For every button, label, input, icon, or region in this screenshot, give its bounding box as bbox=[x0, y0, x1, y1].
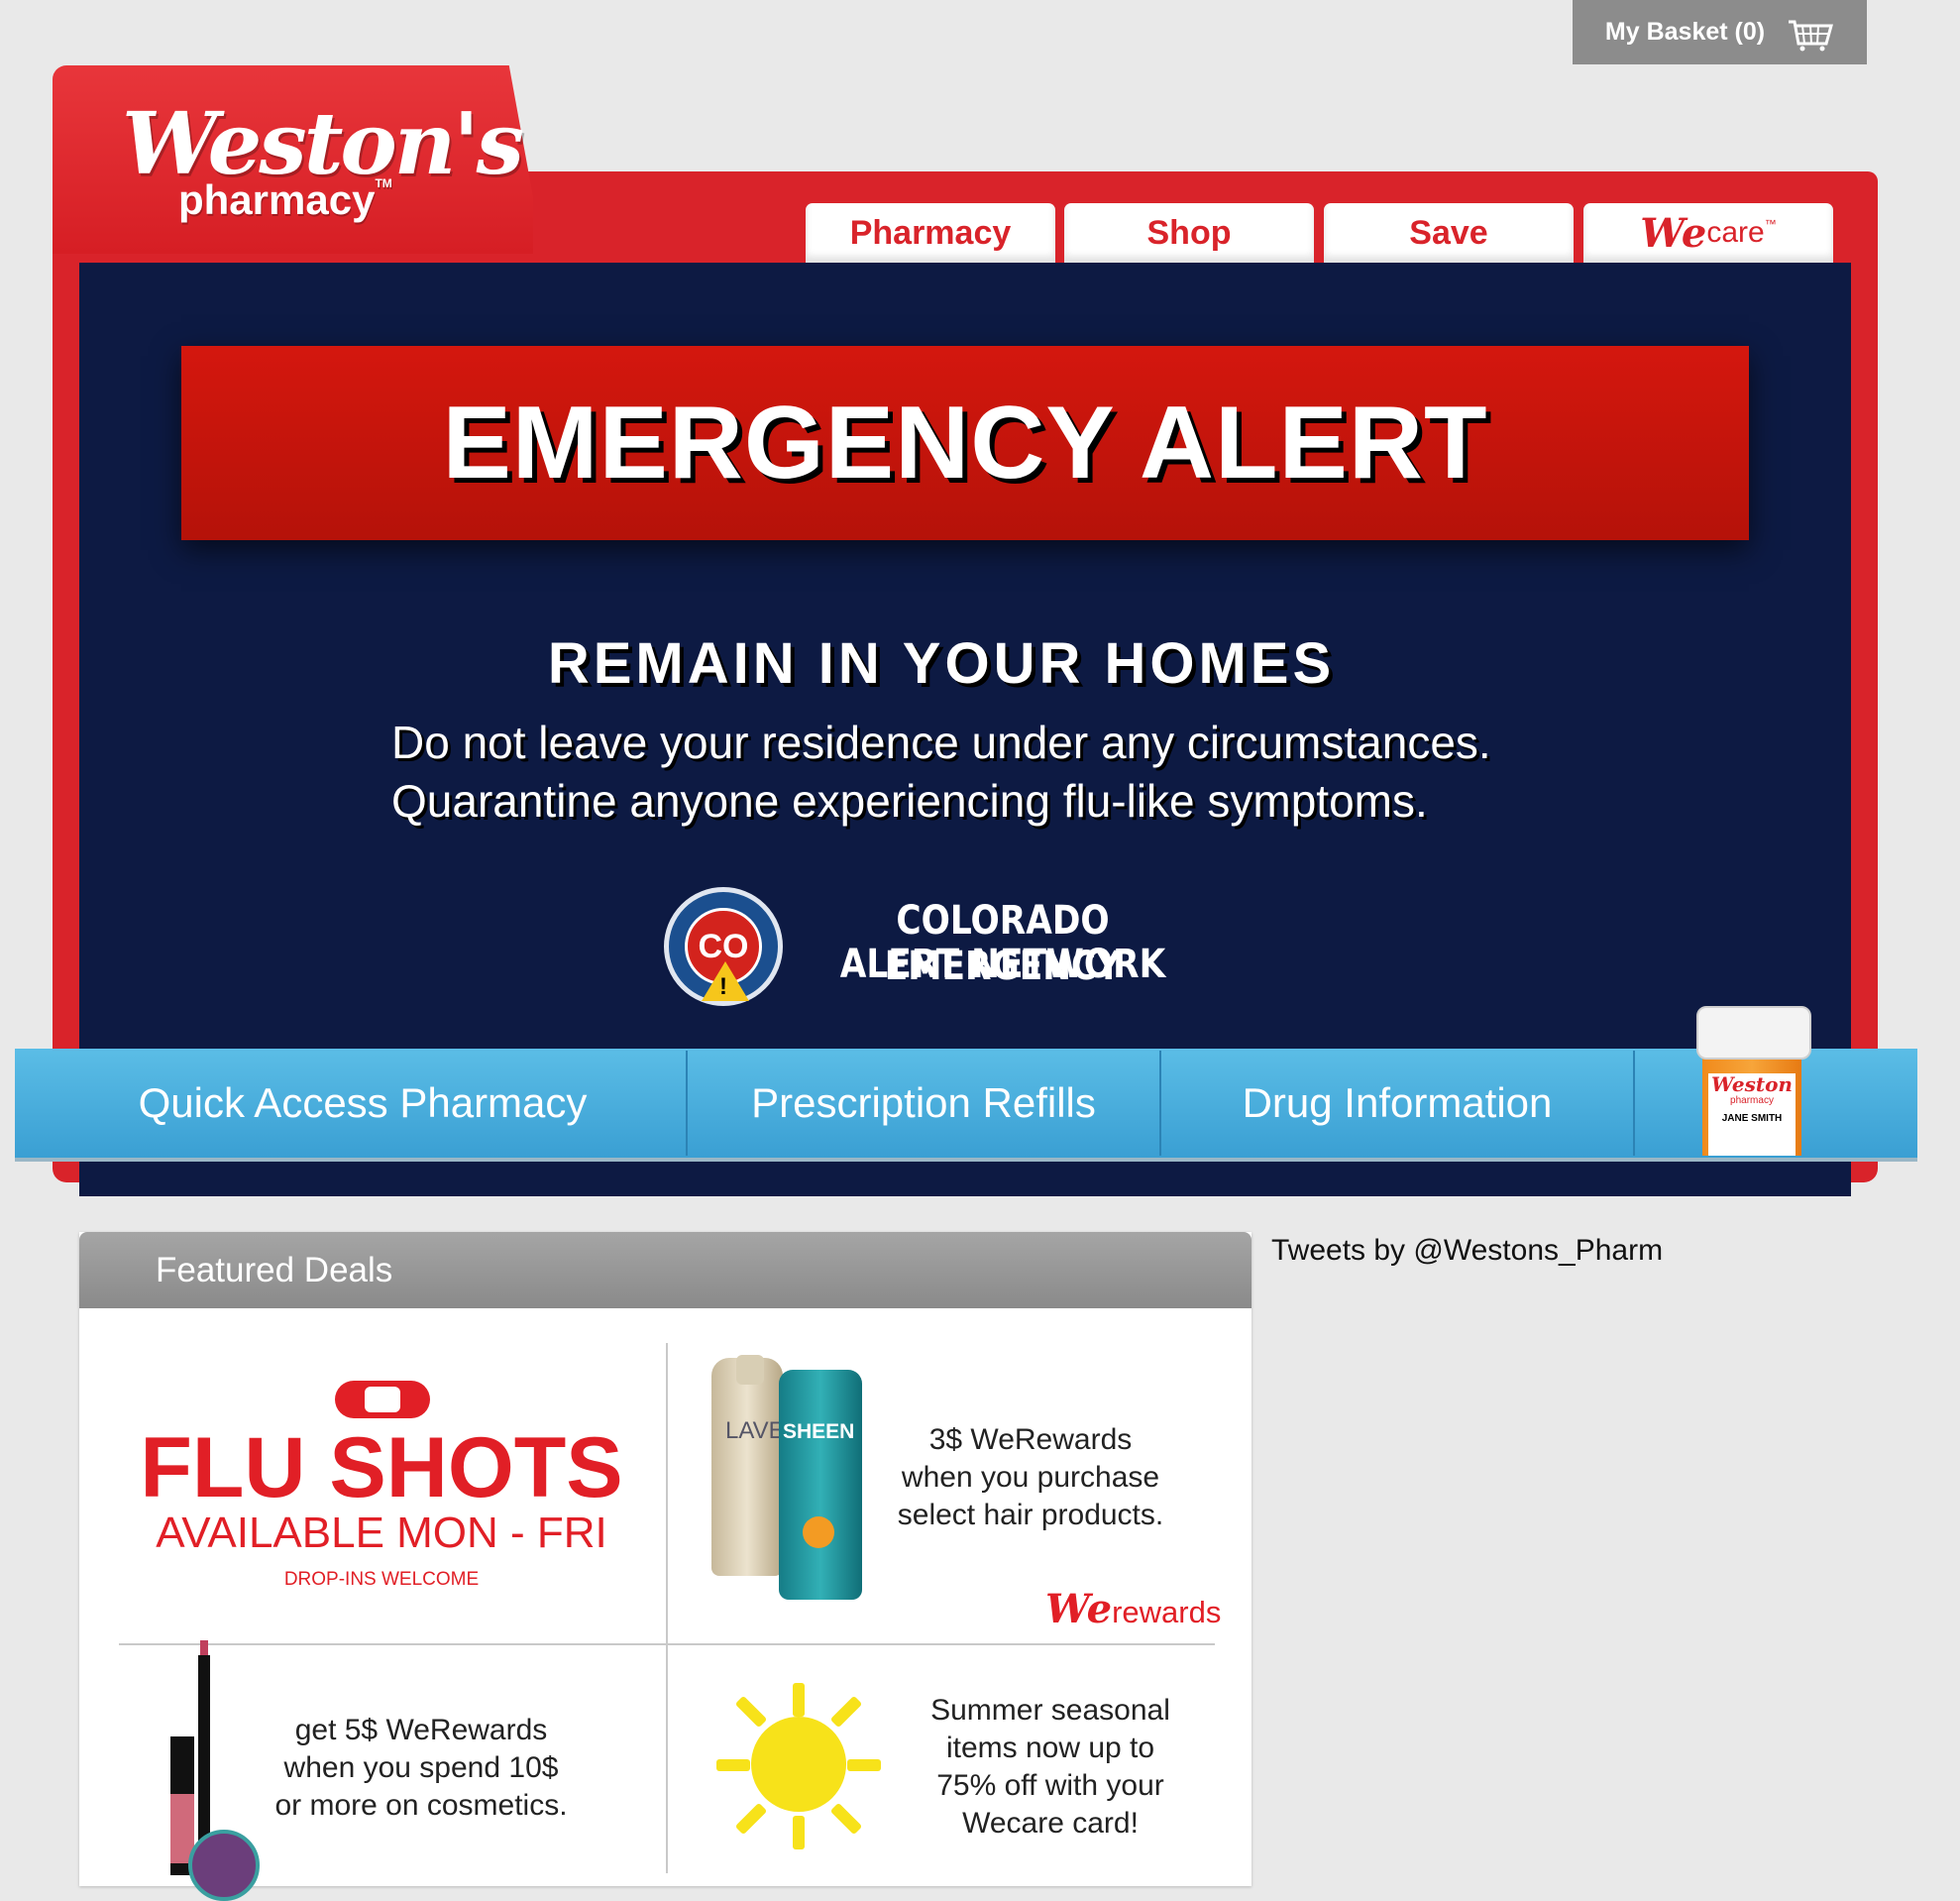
hair-deal-text[interactable]: 3$ WeRewards when you purchase select ha… bbox=[852, 1421, 1209, 1534]
alert-title: EMERGENCY ALERT bbox=[442, 385, 1488, 501]
tab-wecare[interactable]: We care ™ bbox=[1583, 203, 1833, 263]
warning-mark: ! bbox=[719, 973, 727, 1000]
deals-divider-horizontal bbox=[119, 1643, 1215, 1645]
nav-divider bbox=[1633, 1051, 1635, 1156]
sun-icon bbox=[751, 1717, 846, 1812]
flu-shots-subtitle: AVAILABLE MON - FRI bbox=[156, 1509, 607, 1557]
shampoo-bottle-cap bbox=[736, 1355, 764, 1385]
deals-divider-vertical bbox=[666, 1343, 668, 1873]
cosmetics-deal-text[interactable]: get 5$ WeRewards when you spend 10$ or m… bbox=[253, 1712, 590, 1825]
my-basket-button[interactable]: My Basket (0) bbox=[1573, 0, 1867, 64]
flu-shots-note: DROP-INS WELCOME bbox=[283, 1569, 480, 1590]
alert-network-line-2: ALERT NETWORK bbox=[839, 942, 1166, 987]
werewards-logo: Werewards bbox=[1045, 1586, 1222, 1632]
sun-ray bbox=[793, 1683, 805, 1717]
tab-pharmacy[interactable]: Pharmacy bbox=[806, 203, 1055, 263]
basket-label: My Basket (0) bbox=[1604, 18, 1766, 46]
emergency-alert-banner: EMERGENCY ALERT bbox=[181, 346, 1749, 540]
sun-ray bbox=[793, 1816, 805, 1849]
bandage-icon bbox=[335, 1381, 430, 1418]
basket-icon bbox=[1789, 20, 1834, 51]
bottle-cap bbox=[1696, 1006, 1811, 1060]
bottle-label: Weston pharmacy JANE SMITH bbox=[1708, 1073, 1796, 1156]
sun-ray bbox=[847, 1759, 881, 1771]
nav-quick-access-pharmacy[interactable]: Quick Access Pharmacy bbox=[59, 1049, 666, 1158]
conditioner-bottle-label: SHEEN bbox=[783, 1420, 855, 1443]
alert-line-2: Quarantine anyone experiencing flu-like … bbox=[391, 775, 1428, 827]
twitter-feed-link[interactable]: Tweets by @Westons_Pharm bbox=[1271, 1234, 1663, 1268]
conditioner-bottle-icon bbox=[779, 1370, 862, 1600]
nav-prescription-refills[interactable]: Prescription Refills bbox=[688, 1049, 1159, 1158]
compact-icon bbox=[188, 1830, 260, 1901]
logo-subtitle: pharmacyTM bbox=[178, 176, 392, 223]
shampoo-bottle-label: LAVE bbox=[725, 1417, 785, 1444]
nav-drug-information[interactable]: Drug Information bbox=[1161, 1049, 1633, 1158]
sun-ray bbox=[716, 1759, 750, 1771]
alert-headline: REMAIN IN YOUR HOMES bbox=[547, 631, 1336, 696]
conditioner-bottle-graphic bbox=[803, 1516, 834, 1548]
summer-deal-text[interactable]: Summer seasonal items now up to 75% off … bbox=[892, 1692, 1209, 1843]
featured-deals-title: Featured Deals bbox=[156, 1251, 393, 1289]
flu-shots-title[interactable]: FLU SHOTS bbox=[119, 1419, 644, 1517]
alert-line-1: Do not leave your residence under any ci… bbox=[391, 717, 1491, 768]
tab-shop[interactable]: Shop bbox=[1064, 203, 1314, 263]
shampoo-bottle-icon bbox=[711, 1358, 783, 1576]
tab-save[interactable]: Save bbox=[1324, 203, 1574, 263]
